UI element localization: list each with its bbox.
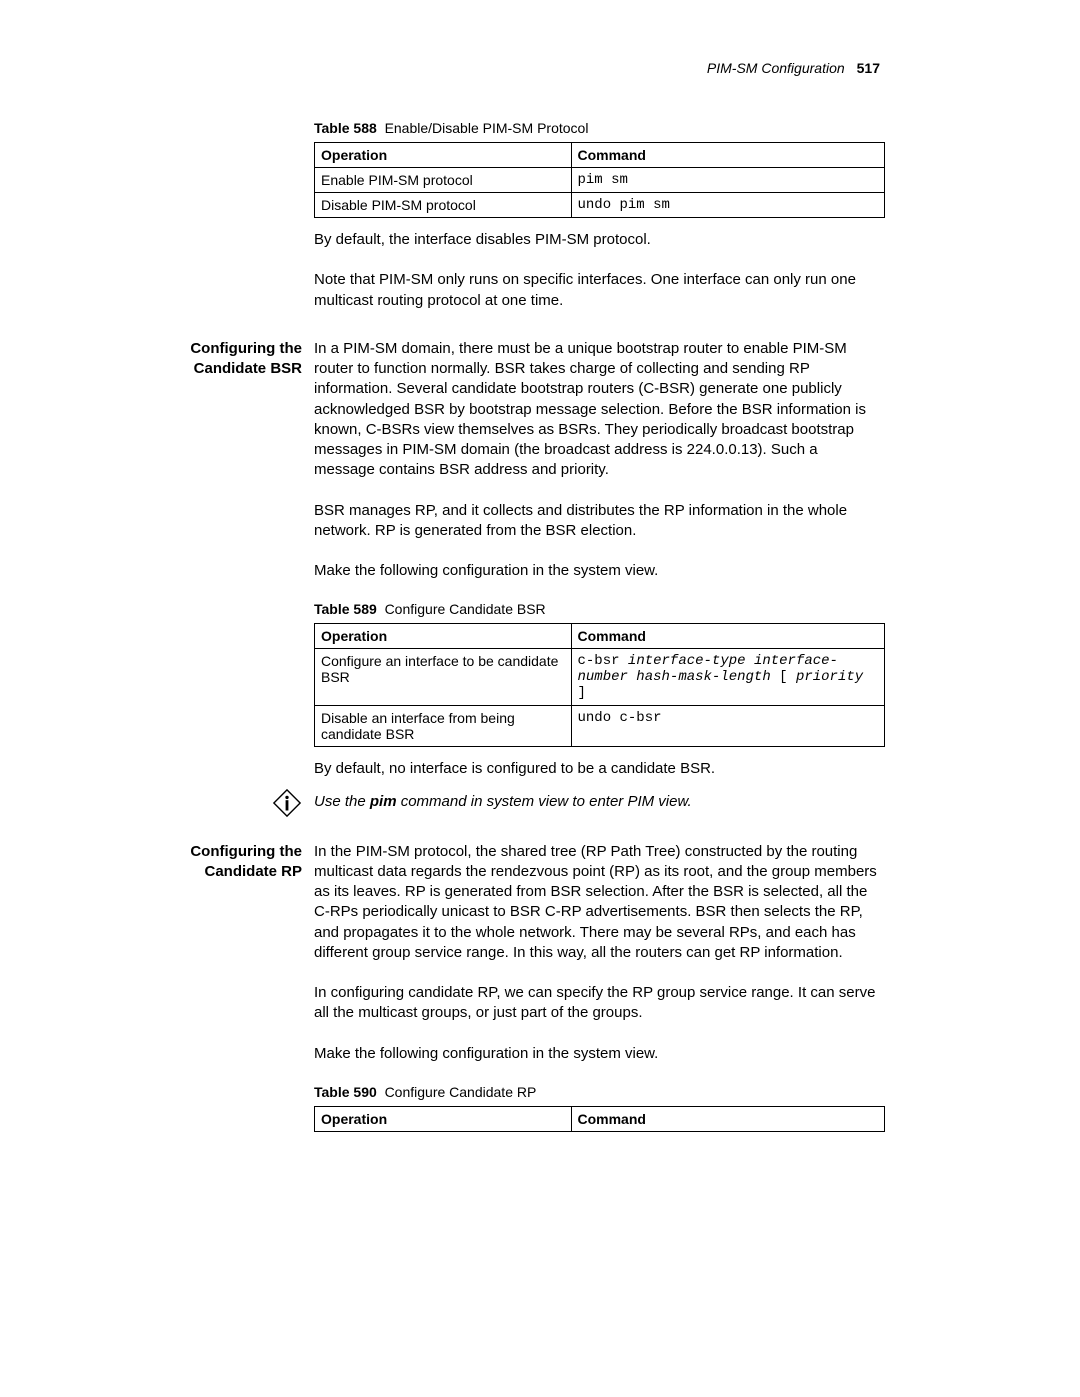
table-row: Disable an interface from being candidat… [315,706,885,747]
table-590-block: Table 590 Configure Candidate RP Operati… [314,1084,880,1132]
section-candidate-rp: Configuring the Candidate RP In the PIM-… [166,842,880,1084]
info-icon [272,805,302,822]
paragraph: BSR manages RP, and it collects and dist… [314,501,880,542]
section-body-bsr: In a PIM-SM domain, there must be a uniq… [314,339,880,602]
table-588-caption: Table 588 Enable/Disable PIM-SM Protocol [314,120,880,136]
section-heading-rp: Configuring the Candidate RP [166,842,314,883]
table-589-prefix: Table 589 [314,601,377,617]
cmd-text: [ [771,669,796,685]
note-bold: pim [370,793,397,810]
page-number: 517 [857,60,880,76]
table-589-head-operation: Operation [315,624,572,649]
heading-line: Candidate RP [204,863,302,880]
cmd-arg: priority [796,669,863,685]
table-590-head-operation: Operation [315,1106,572,1131]
cmd-text: c-bsr [578,653,628,669]
table-row: Configure an interface to be candidate B… [315,649,885,706]
cell-command: pim sm [571,168,885,193]
paragraph-note-588: Note that PIM-SM only runs on specific i… [314,270,880,311]
table-590-caption: Table 590 Configure Candidate RP [314,1084,880,1100]
cell-operation: Disable an interface from being candidat… [315,706,572,747]
note-pre: Use the [314,793,370,810]
page-content: PIM-SM Configuration 517 Table 588 Enable… [0,0,1080,1204]
table-590: Operation Command [314,1106,885,1132]
cmd-text: ] [578,685,586,701]
text-column: By default, the interface disables PIM-S… [314,230,880,311]
paragraph-default-589: By default, no interface is configured t… [314,759,880,779]
table-588-head-operation: Operation [315,143,572,168]
paragraph: In the PIM-SM protocol, the shared tree … [314,842,880,964]
header-title: PIM-SM Configuration [707,60,845,76]
table-row: Disable PIM-SM protocol undo pim sm [315,193,885,218]
table-row: Enable PIM-SM protocol pim sm [315,168,885,193]
paragraph: In a PIM-SM domain, there must be a uniq… [314,339,880,481]
table-588-block: Table 588 Enable/Disable PIM-SM Protocol… [314,120,880,218]
cell-command: undo pim sm [571,193,885,218]
table-589-block: Table 589 Configure Candidate BSR Operat… [314,601,880,747]
running-head: PIM-SM Configuration 517 [166,60,880,76]
cell-command: c-bsr interface-type interface-number ha… [571,649,885,706]
section-body-rp: In the PIM-SM protocol, the shared tree … [314,842,880,1084]
table-590-prefix: Table 590 [314,1084,377,1100]
table-590-head-command: Command [571,1106,885,1131]
cell-operation: Configure an interface to be candidate B… [315,649,572,706]
section-candidate-bsr: Configuring the Candidate BSR In a PIM-S… [166,339,880,602]
cell-operation: Enable PIM-SM protocol [315,168,572,193]
paragraph-default-588: By default, the interface disables PIM-S… [314,230,880,250]
info-icon-wrap [166,788,314,822]
table-589-title: Configure Candidate BSR [385,601,546,617]
note-post: command in system view to enter PIM view… [397,793,692,810]
table-588-prefix: Table 588 [314,120,377,136]
table-589-caption: Table 589 Configure Candidate BSR [314,601,880,617]
table-589-head-command: Command [571,624,885,649]
info-note: Use the pim command in system view to en… [166,788,880,822]
info-note-text: Use the pim command in system view to en… [314,788,880,812]
table-588-head-command: Command [571,143,885,168]
cell-operation: Disable PIM-SM protocol [315,193,572,218]
heading-line: Candidate BSR [194,360,302,377]
text-column: By default, no interface is configured t… [314,759,880,779]
paragraph: Make the following configuration in the … [314,1044,880,1064]
paragraph: In configuring candidate RP, we can spec… [314,983,880,1024]
table-589: Operation Command Configure an interface… [314,623,885,747]
section-heading-bsr: Configuring the Candidate BSR [166,339,314,380]
table-588-title: Enable/Disable PIM-SM Protocol [385,120,589,136]
paragraph: Make the following configuration in the … [314,561,880,581]
heading-line: Configuring the [190,843,302,860]
table-590-title: Configure Candidate RP [385,1084,537,1100]
table-588: Operation Command Enable PIM-SM protocol… [314,142,885,218]
cell-command: undo c-bsr [571,706,885,747]
heading-line: Configuring the [190,340,302,357]
